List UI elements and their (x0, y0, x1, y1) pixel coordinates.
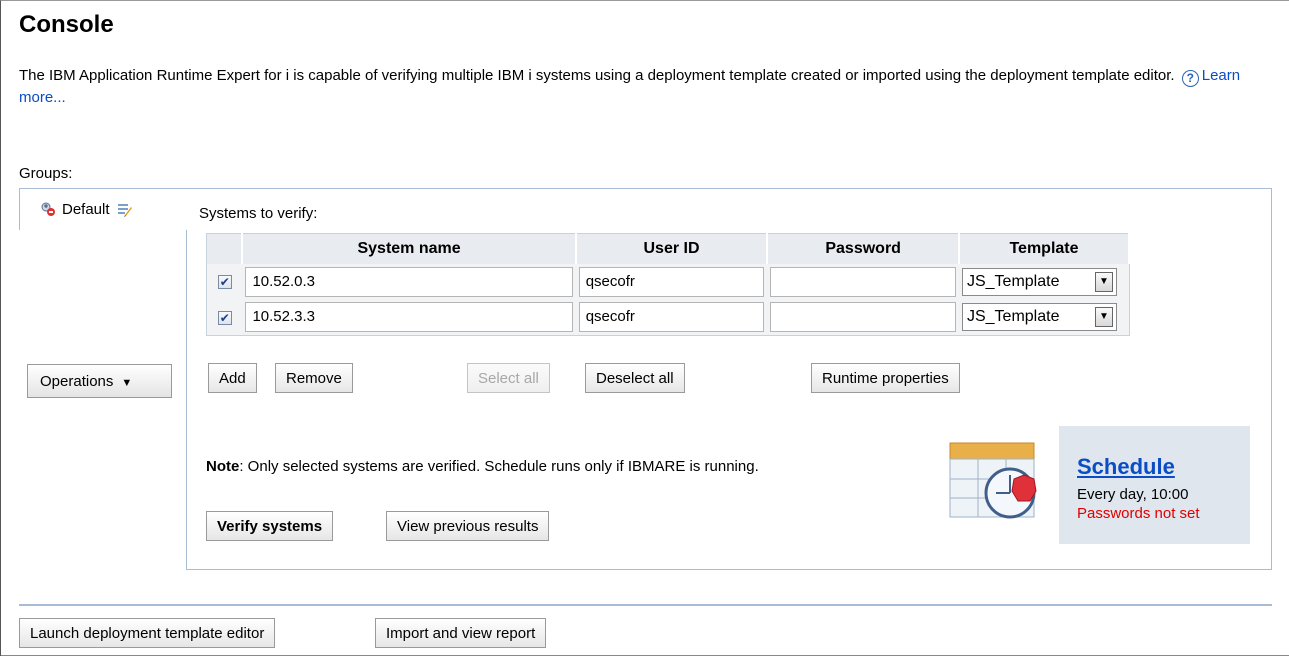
user-id-field[interactable]: qsecofr (578, 302, 765, 333)
col-select-header (206, 233, 244, 264)
password-field[interactable] (770, 266, 956, 297)
groups-label: Groups: (19, 165, 73, 182)
page-title: Console (19, 11, 114, 38)
verify-systems-button[interactable]: Verify systems (206, 511, 334, 541)
runtime-properties-button[interactable]: Runtime properties (811, 363, 960, 393)
select-all-button[interactable]: Select all (467, 363, 550, 393)
group-people-icon (40, 201, 56, 217)
table-row: ✔ 10.52.0.3 qsecofr JS_Template ▼ (207, 264, 1130, 300)
template-value: JS_Template (966, 308, 1060, 326)
template-select[interactable]: JS_Template ▼ (961, 267, 1117, 296)
user-id-field[interactable]: qsecofr (578, 266, 765, 297)
table-row: ✔ 10.52.3.3 qsecofr JS_Template ▼ (207, 300, 1130, 336)
schedule-calendar-icon[interactable] (948, 441, 1044, 521)
col-template-header[interactable]: Template (958, 233, 1131, 264)
deselect-all-button[interactable]: Deselect all (585, 363, 685, 393)
group-name: Default (62, 201, 110, 218)
row-checkbox[interactable]: ✔ (217, 310, 232, 325)
note-label: Note (206, 458, 240, 475)
system-name-field[interactable]: 10.52.3.3 (245, 302, 573, 333)
help-icon[interactable]: ? (1181, 70, 1199, 87)
view-previous-results-button[interactable]: View previous results (386, 511, 550, 541)
chevron-down-icon: ▼ (121, 376, 133, 389)
schedule-warning: Passwords not set (1077, 505, 1200, 522)
system-name-field[interactable]: 10.52.0.3 (245, 266, 573, 297)
note-body: : Only selected systems are verified. Sc… (239, 458, 759, 475)
col-user-id-header[interactable]: User ID (575, 233, 769, 264)
operations-menu-button[interactable]: Operations ▼ (27, 364, 172, 398)
chevron-down-icon[interactable]: ▼ (1094, 271, 1113, 292)
note-text: Note: Only selected systems are verified… (206, 458, 759, 475)
remove-button[interactable]: Remove (275, 363, 353, 393)
chevron-down-icon[interactable]: ▼ (1094, 307, 1113, 328)
systems-table-header: System name User ID Password Template (206, 233, 1131, 264)
col-password-header[interactable]: Password (767, 233, 960, 264)
systems-table: System name User ID Password Template ✔ … (206, 233, 1131, 336)
password-field[interactable] (770, 302, 956, 333)
schedule-link[interactable]: Schedule (1077, 454, 1250, 480)
row-checkbox[interactable]: ✔ (217, 275, 232, 290)
group-tab-default[interactable]: Default (19, 188, 187, 230)
schedule-frequency: Every day, 10:00 (1077, 486, 1189, 503)
intro-paragraph: The IBM Application Runtime Expert for i… (19, 65, 1269, 109)
systems-to-verify-label: Systems to verify: (199, 205, 318, 222)
template-select[interactable]: JS_Template ▼ (961, 303, 1117, 332)
schedule-panel: Schedule Every day, 10:00 Passwords not … (1059, 426, 1250, 544)
section-divider (19, 604, 1272, 606)
intro-text: The IBM Application Runtime Expert for i… (19, 67, 1175, 84)
import-report-button[interactable]: Import and view report (375, 618, 547, 648)
add-button[interactable]: Add (208, 363, 257, 393)
operations-label: Operations (40, 372, 114, 390)
template-value: JS_Template (966, 272, 1060, 290)
console-page: Console The IBM Application Runtime Expe… (0, 0, 1289, 656)
col-system-name-header[interactable]: System name (242, 233, 577, 264)
launch-editor-button[interactable]: Launch deployment template editor (19, 618, 276, 648)
edit-pencil-icon[interactable] (116, 201, 132, 217)
